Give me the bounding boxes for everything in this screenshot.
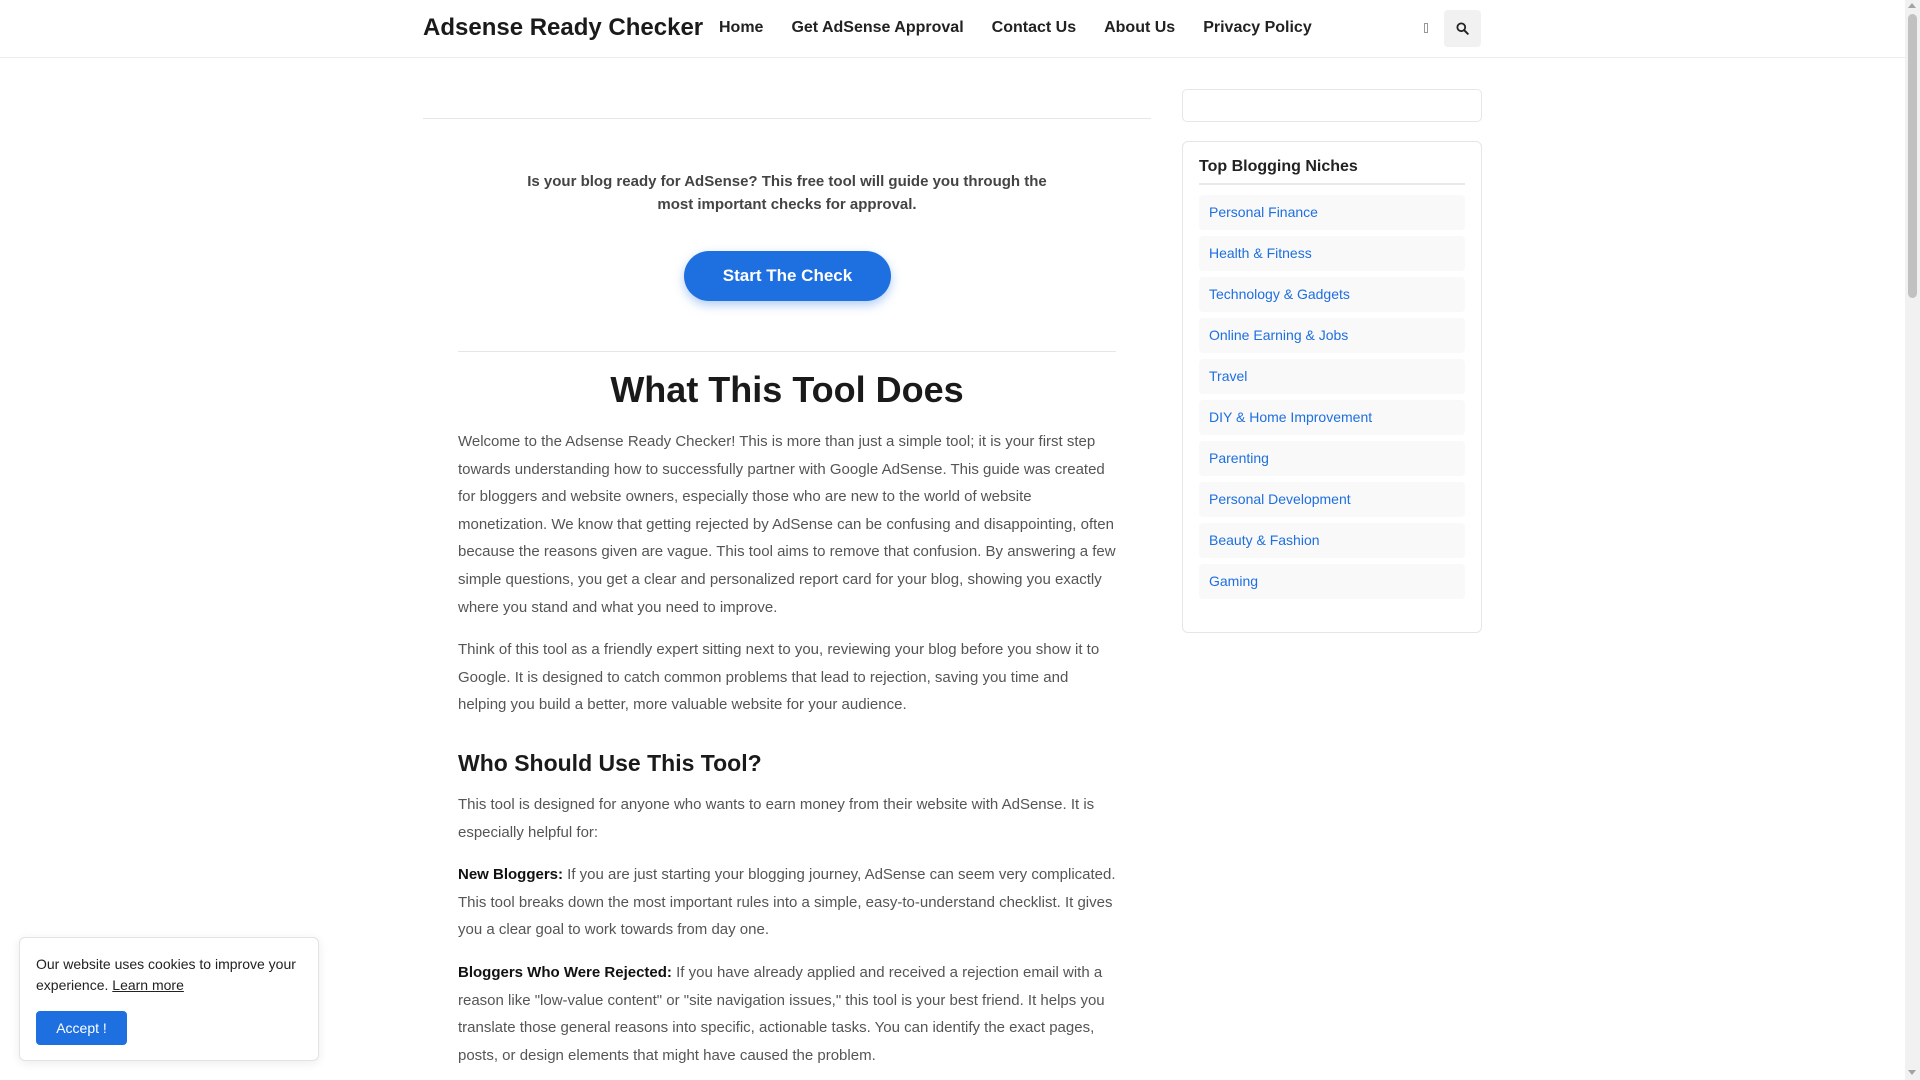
sidebar-search-widget[interactable] bbox=[1182, 89, 1482, 122]
article-paragraph: Bloggers Who Were Rejected: If you have … bbox=[458, 959, 1116, 1069]
niche-link-personal-finance[interactable]: Personal Finance bbox=[1199, 195, 1465, 230]
learn-more-link[interactable]: Learn more bbox=[112, 977, 184, 993]
article: What This Tool Does Welcome to the Adsen… bbox=[458, 368, 1116, 1080]
article-paragraph: This tool is designed for anyone who wan… bbox=[458, 795, 1095, 841]
niche-link-gaming[interactable]: Gaming bbox=[1199, 564, 1465, 599]
main-nav: Home Get AdSense Approval Contact Us Abo… bbox=[719, 19, 1340, 37]
niche-link-parenting[interactable]: Parenting bbox=[1199, 441, 1465, 476]
site-brand[interactable]: Adsense Ready Checker bbox=[423, 14, 703, 42]
article-paragraph: Think of this tool as a friendly expert … bbox=[458, 641, 1100, 714]
article-paragraph: New Bloggers: If you are just starting y… bbox=[458, 861, 1116, 944]
sidebar: Top Blogging Niches Personal Finance Hea… bbox=[1182, 89, 1482, 633]
cookie-message: Our website uses cookies to improve your… bbox=[36, 954, 302, 996]
divider bbox=[458, 351, 1116, 352]
site-header: Adsense Ready Checker Home Get AdSense A… bbox=[0, 0, 1905, 58]
accept-cookies-button[interactable]: Accept ! bbox=[36, 1011, 127, 1045]
niche-link-beauty-fashion[interactable]: Beauty & Fashion bbox=[1199, 523, 1465, 558]
section-heading: Who Should Use This Tool? bbox=[458, 749, 762, 776]
contrast-icon[interactable] bbox=[1419, 18, 1433, 38]
article-title: What This Tool Does bbox=[610, 369, 964, 410]
start-check-button[interactable]: Start The Check bbox=[684, 251, 891, 301]
page-scrollbar[interactable] bbox=[1905, 0, 1920, 1080]
cookie-banner: Our website uses cookies to improve your… bbox=[19, 937, 319, 1061]
niche-link-health-fitness[interactable]: Health & Fitness bbox=[1199, 236, 1465, 271]
new-bloggers-label: New Bloggers: bbox=[458, 866, 564, 884]
niches-widget: Top Blogging Niches Personal Finance Hea… bbox=[1182, 141, 1482, 633]
rejected-bloggers-label: Bloggers Who Were Rejected: bbox=[458, 963, 672, 981]
scrollbar-thumb[interactable] bbox=[1908, 14, 1917, 298]
divider bbox=[423, 118, 1151, 119]
nav-home[interactable]: Home bbox=[719, 19, 763, 37]
niche-link-personal-development[interactable]: Personal Development bbox=[1199, 482, 1465, 517]
nav-privacy-policy[interactable]: Privacy Policy bbox=[1203, 19, 1312, 37]
scroll-down-arrow-icon[interactable] bbox=[1908, 1070, 1916, 1075]
niche-link-diy-home-improvement[interactable]: DIY & Home Improvement bbox=[1199, 400, 1465, 435]
nav-contact-us[interactable]: Contact Us bbox=[992, 19, 1076, 37]
search-button[interactable] bbox=[1444, 10, 1481, 47]
article-paragraph: Welcome to the Adsense Ready Checker! Th… bbox=[458, 433, 1116, 616]
widget-title: Top Blogging Niches bbox=[1199, 158, 1465, 185]
niche-link-online-earning-jobs[interactable]: Online Earning & Jobs bbox=[1199, 318, 1465, 353]
nav-about-us[interactable]: About Us bbox=[1104, 19, 1175, 37]
niche-link-technology-gadgets[interactable]: Technology & Gadgets bbox=[1199, 277, 1465, 312]
niche-link-travel[interactable]: Travel bbox=[1199, 359, 1465, 394]
search-icon bbox=[1456, 22, 1469, 35]
scroll-up-arrow-icon[interactable] bbox=[1908, 3, 1916, 8]
nav-get-adsense-approval[interactable]: Get AdSense Approval bbox=[791, 19, 963, 37]
tool-intro: Is your blog ready for AdSense? This fre… bbox=[527, 173, 1047, 213]
